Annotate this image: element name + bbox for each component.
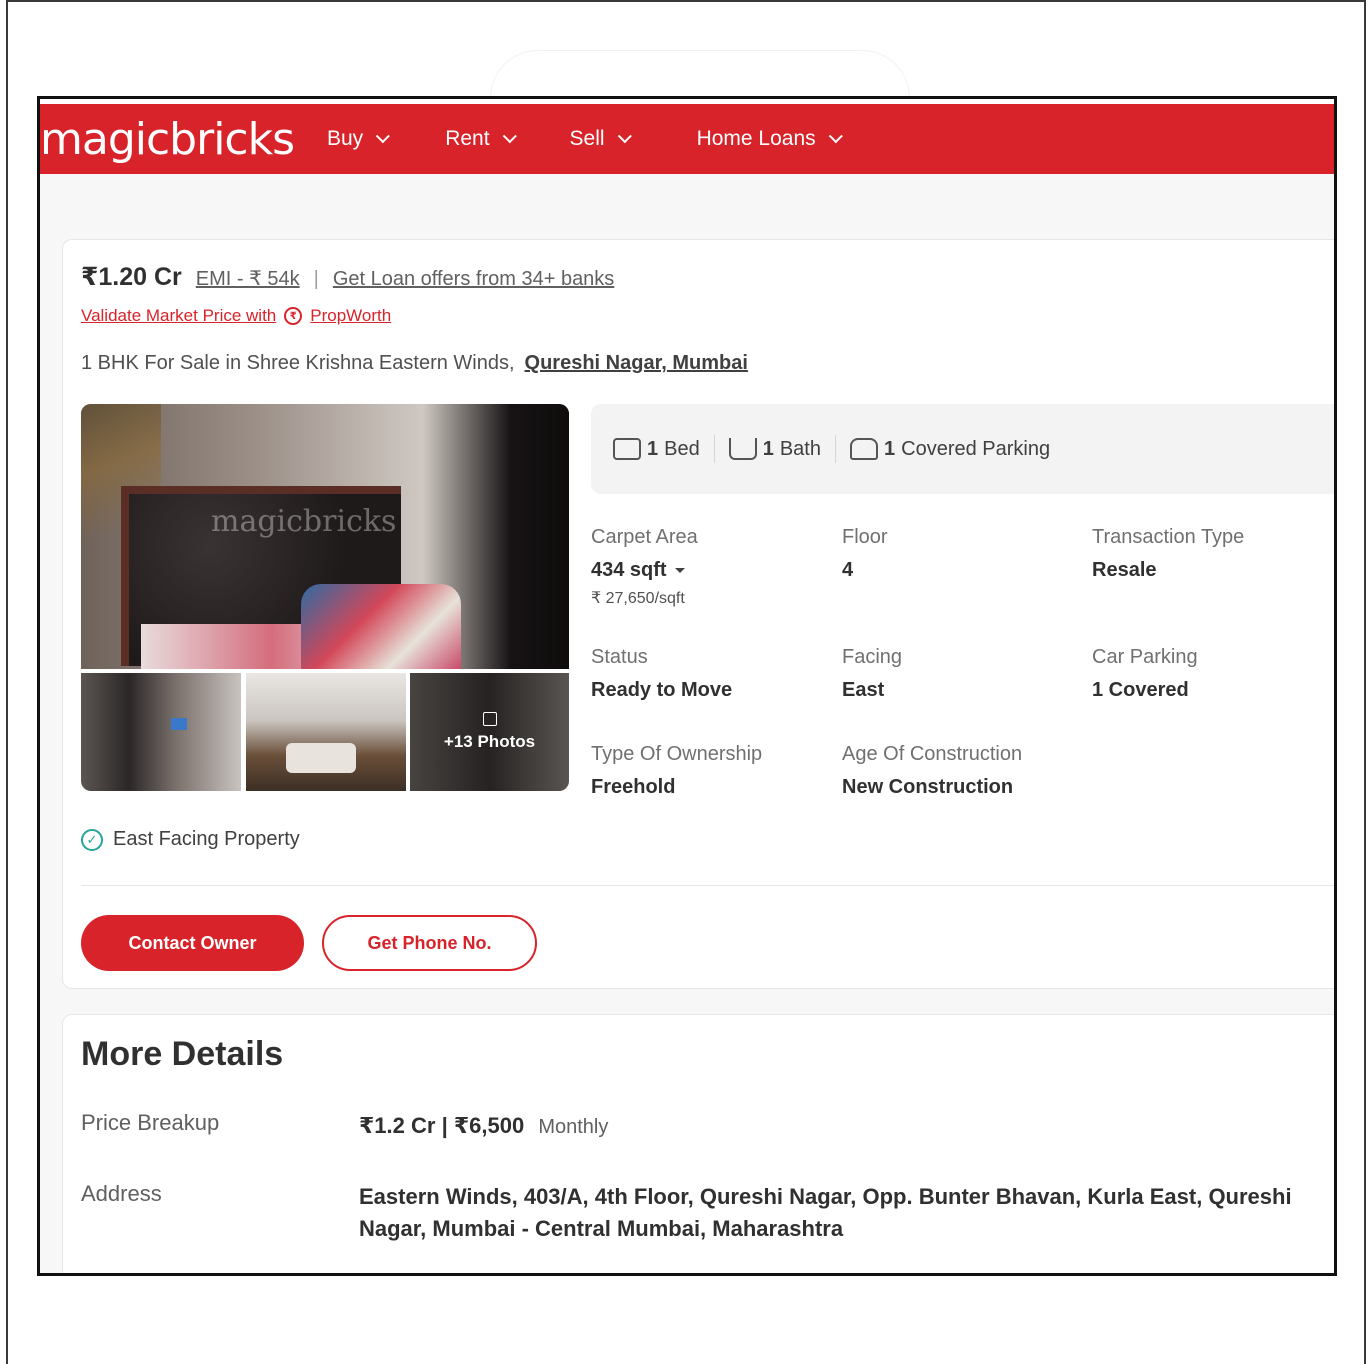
- main-nav: Buy Rent Sell Home Loans: [320, 104, 843, 174]
- car-parking-value: 1 Covered: [1092, 679, 1189, 701]
- divider: [81, 885, 1334, 886]
- price-breakup-row: Price Breakup ₹1.2 Cr | ₹6,500 Monthly: [81, 1110, 1319, 1143]
- bed-label: Bed: [664, 437, 700, 460]
- price-breakup-value: ₹1.2 Cr | ₹6,500 Monthly: [359, 1110, 1319, 1143]
- chevron-down-icon: [617, 129, 632, 144]
- more-details-card: More Details Price Breakup ₹1.2 Cr | ₹6,…: [62, 1014, 1334, 1273]
- chevron-down-icon: [502, 129, 517, 144]
- nav-sell-label: Sell: [569, 127, 605, 150]
- amenity-parking: 1 Covered Parking: [836, 438, 1064, 461]
- status-value: Ready to Move: [591, 679, 733, 701]
- bath-count: 1: [762, 437, 774, 460]
- contact-owner-button[interactable]: Contact Owner: [81, 915, 304, 971]
- price-breakup-label: Price Breakup: [81, 1110, 220, 1135]
- main-property-photo[interactable]: magicbricks: [81, 404, 569, 669]
- nav-home-loans[interactable]: Home Loans: [696, 127, 843, 151]
- bed-count: 1: [647, 437, 659, 460]
- price-breakup-suffix: Monthly: [538, 1116, 609, 1138]
- more-photos-thumbnail[interactable]: +13 Photos: [410, 673, 569, 791]
- photos-overlay: +13 Photos: [410, 673, 569, 791]
- propworth-icon: ₹: [284, 307, 303, 325]
- chevron-down-icon: [828, 129, 843, 144]
- nav-sell[interactable]: Sell: [569, 127, 632, 151]
- gallery-icon: [482, 712, 497, 726]
- carpet-area-label: Carpet Area: [591, 526, 698, 548]
- detail-car-parking: Car Parking 1 Covered: [1092, 646, 1198, 702]
- detail-status: Status Ready to Move: [591, 646, 732, 702]
- listing-title: 1 BHK For Sale in Shree Krishna Eastern …: [81, 352, 748, 375]
- parking-label: Covered Parking: [901, 437, 1051, 460]
- detail-transaction-type: Transaction Type Resale: [1092, 526, 1244, 582]
- screenshot-frame: magicbricks Buy Rent Sell Home Loans ₹1.…: [37, 96, 1337, 1276]
- listing-card: ₹1.20 Cr EMI - ₹ 54k | Get Loan offers f…: [62, 239, 1334, 989]
- east-facing-tag: ✓ East Facing Property: [81, 828, 300, 851]
- bed-icon: [613, 438, 641, 460]
- detail-facing: Facing East: [842, 646, 902, 702]
- caret-down-icon: [674, 568, 685, 573]
- top-navigation-bar: magicbricks Buy Rent Sell Home Loans: [40, 104, 1334, 174]
- thumbnail-photo[interactable]: [246, 673, 406, 791]
- ownership-value: Freehold: [591, 776, 676, 798]
- detail-ownership: Type Of Ownership Freehold: [591, 743, 762, 799]
- facing-label: Facing: [842, 646, 903, 668]
- listing-price: ₹1.20 Cr: [81, 263, 182, 291]
- more-details-title: More Details: [81, 1035, 284, 1073]
- magicbricks-logo[interactable]: magicbricks: [40, 114, 320, 165]
- globe-watermark: [490, 50, 910, 98]
- emi-link[interactable]: EMI - ₹ 54k: [196, 266, 300, 291]
- address-value: Eastern Winds, 403/A, 4th Floor, Qureshi…: [359, 1184, 1292, 1241]
- age-of-construction-value: New Construction: [842, 776, 1014, 798]
- bath-icon: [728, 438, 757, 460]
- check-circle-icon: ✓: [81, 828, 103, 851]
- nav-buy-label: Buy: [327, 127, 364, 150]
- parking-count: 1: [884, 437, 896, 460]
- amenity-bath: 1 Bath: [715, 438, 835, 461]
- nav-rent[interactable]: Rent: [445, 127, 517, 151]
- more-photos-label: +13 Photos: [443, 732, 536, 751]
- car-icon: [850, 438, 878, 460]
- thumbnail-sofa: [286, 743, 356, 773]
- propworth-label: PropWorth: [310, 306, 392, 325]
- photo-watermark: magicbricks: [211, 504, 397, 539]
- photo-blanket: [301, 584, 461, 669]
- validate-price-link[interactable]: Validate Market Price with ₹ PropWorth: [81, 306, 391, 326]
- price-breakup-amount: ₹1.2 Cr | ₹6,500: [359, 1113, 525, 1138]
- location-link[interactable]: Qureshi Nagar, Mumbai: [525, 352, 748, 375]
- get-phone-button[interactable]: Get Phone No.: [322, 915, 537, 971]
- address-label: Address: [81, 1181, 162, 1206]
- status-label: Status: [591, 646, 648, 668]
- detail-carpet-area: Carpet Area 434 sqft ₹ 27,650/sqft: [591, 526, 698, 608]
- carpet-area-value[interactable]: 434 sqft: [591, 559, 698, 582]
- thumbnail-tv: [171, 718, 187, 730]
- price-row: ₹1.20 Cr EMI - ₹ 54k | Get Loan offers f…: [81, 262, 614, 292]
- age-of-construction-label: Age Of Construction: [842, 743, 1023, 765]
- listing-title-text: 1 BHK For Sale in Shree Krishna Eastern …: [81, 352, 515, 374]
- detail-age-of-construction: Age Of Construction New Construction: [842, 743, 1022, 799]
- floor-label: Floor: [842, 526, 888, 548]
- thumbnail-photo[interactable]: [81, 673, 241, 791]
- carpet-area-text: 434 sqft: [591, 559, 667, 581]
- nav-rent-label: Rent: [445, 127, 490, 150]
- price-per-sqft: ₹ 27,650/sqft: [591, 590, 685, 607]
- nav-home-loans-label: Home Loans: [696, 127, 816, 150]
- address-row: Address Eastern Winds, 403/A, 4th Floor,…: [81, 1181, 1319, 1245]
- car-parking-label: Car Parking: [1092, 646, 1198, 668]
- bath-label: Bath: [779, 437, 821, 460]
- ownership-label: Type Of Ownership: [591, 743, 763, 765]
- separator: |: [313, 268, 319, 290]
- east-facing-label: East Facing Property: [113, 828, 300, 850]
- amenity-summary-bar: 1 Bed 1 Bath 1 Covered Parking: [591, 404, 1334, 494]
- amenity-bed: 1 Bed: [599, 438, 714, 461]
- transaction-type-label: Transaction Type: [1092, 526, 1245, 548]
- facing-value: East: [842, 679, 885, 701]
- nav-buy[interactable]: Buy: [327, 127, 391, 151]
- transaction-type-value: Resale: [1092, 559, 1157, 581]
- loan-offers-link[interactable]: Get Loan offers from 34+ banks: [333, 268, 614, 291]
- validate-text: Validate Market Price with: [81, 306, 277, 325]
- detail-floor: Floor 4: [842, 526, 888, 582]
- chevron-down-icon: [375, 129, 391, 144]
- floor-value: 4: [842, 559, 854, 581]
